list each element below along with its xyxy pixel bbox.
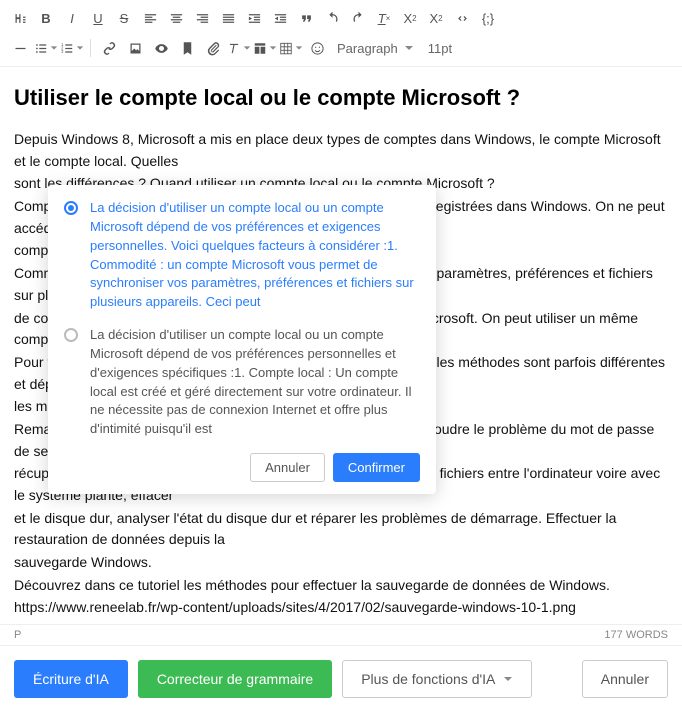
suggestion-text-b: La décision d'utiliser un compte local o… bbox=[90, 326, 420, 439]
ol-icon[interactable]: 123 bbox=[60, 36, 84, 60]
editor-toolbar: B I U S T× X2 X2 {;} 123 Paragraph 11pt bbox=[0, 0, 682, 67]
bottom-cancel-button[interactable]: Annuler bbox=[582, 660, 668, 698]
suggestion-option-b[interactable]: La décision d'utiliser un compte local o… bbox=[64, 326, 420, 439]
subscript-icon[interactable]: X2 bbox=[398, 6, 422, 30]
document-title[interactable]: Utiliser le compte local ou le compte Mi… bbox=[14, 85, 668, 111]
ai-action-bar: Écriture d'IA Correcteur de grammaire Pl… bbox=[0, 646, 682, 712]
superscript-icon[interactable]: X2 bbox=[424, 6, 448, 30]
status-wordcount: 177 WORDS bbox=[604, 629, 668, 641]
headings-icon[interactable] bbox=[8, 6, 32, 30]
ai-suggestion-popup: La décision d'utiliser un compte local o… bbox=[48, 185, 436, 494]
editor-statusbar: P 177 WORDS bbox=[0, 624, 682, 646]
outdent-icon[interactable] bbox=[268, 6, 292, 30]
attachment-icon[interactable] bbox=[201, 36, 225, 60]
italic-icon[interactable]: I bbox=[60, 6, 84, 30]
popup-confirm-button[interactable]: Confirmer bbox=[333, 453, 420, 482]
chevron-down-icon bbox=[503, 671, 513, 687]
hr-icon[interactable] bbox=[8, 36, 32, 60]
layout-icon[interactable] bbox=[253, 36, 277, 60]
suggestion-option-a[interactable]: La décision d'utiliser un compte local o… bbox=[64, 199, 420, 312]
align-justify-icon[interactable] bbox=[216, 6, 240, 30]
math-icon[interactable] bbox=[227, 36, 251, 60]
emoji-icon[interactable] bbox=[305, 36, 329, 60]
paragraph-format-label: Paragraph bbox=[337, 41, 398, 56]
suggestion-text-a: La décision d'utiliser un compte local o… bbox=[90, 199, 420, 312]
status-path[interactable]: P bbox=[14, 629, 21, 641]
body-line[interactable]: Depuis Windows 8, Microsoft a mis en pla… bbox=[14, 129, 668, 172]
link-icon[interactable] bbox=[97, 36, 121, 60]
bold-icon[interactable]: B bbox=[34, 6, 58, 30]
underline-icon[interactable]: U bbox=[86, 6, 110, 30]
more-ai-button[interactable]: Plus de fonctions d'IA bbox=[342, 660, 532, 698]
bookmark-icon[interactable] bbox=[175, 36, 199, 60]
indent-icon[interactable] bbox=[242, 6, 266, 30]
paragraph-format-select[interactable]: Paragraph bbox=[331, 39, 420, 58]
align-center-icon[interactable] bbox=[164, 6, 188, 30]
radio-unselected-icon[interactable] bbox=[64, 328, 78, 342]
table-icon[interactable] bbox=[279, 36, 303, 60]
grammar-check-button[interactable]: Correcteur de grammaire bbox=[138, 660, 332, 698]
clear-format-icon[interactable]: T× bbox=[372, 6, 396, 30]
body-line[interactable]: Découvrez dans ce tutoriel les méthodes … bbox=[14, 575, 668, 597]
codeblock-icon[interactable]: {;} bbox=[476, 6, 500, 30]
body-line[interactable]: sauvegarde Windows. bbox=[14, 552, 668, 574]
code-icon[interactable] bbox=[450, 6, 474, 30]
fontsize-select[interactable]: 11pt bbox=[422, 39, 458, 58]
preview-icon[interactable] bbox=[149, 36, 173, 60]
radio-selected-icon[interactable] bbox=[64, 201, 78, 215]
align-right-icon[interactable] bbox=[190, 6, 214, 30]
svg-text:3: 3 bbox=[61, 49, 64, 54]
editor-content[interactable]: Utiliser le compte local ou le compte Mi… bbox=[0, 67, 682, 624]
undo-icon[interactable] bbox=[320, 6, 344, 30]
blockquote-icon[interactable] bbox=[294, 6, 318, 30]
more-ai-label: Plus de fonctions d'IA bbox=[361, 671, 495, 687]
popup-cancel-button[interactable]: Annuler bbox=[250, 453, 325, 482]
body-line[interactable]: et le disque dur, analyser l'état du dis… bbox=[14, 508, 668, 551]
ul-icon[interactable] bbox=[34, 36, 58, 60]
redo-icon[interactable] bbox=[346, 6, 370, 30]
align-left-icon[interactable] bbox=[138, 6, 162, 30]
fontsize-label: 11pt bbox=[428, 41, 452, 56]
strikethrough-icon[interactable]: S bbox=[112, 6, 136, 30]
body-line[interactable]: https://www.reneelab.fr/wp-content/uploa… bbox=[14, 597, 668, 619]
ai-write-button[interactable]: Écriture d'IA bbox=[14, 660, 128, 698]
image-icon[interactable] bbox=[123, 36, 147, 60]
